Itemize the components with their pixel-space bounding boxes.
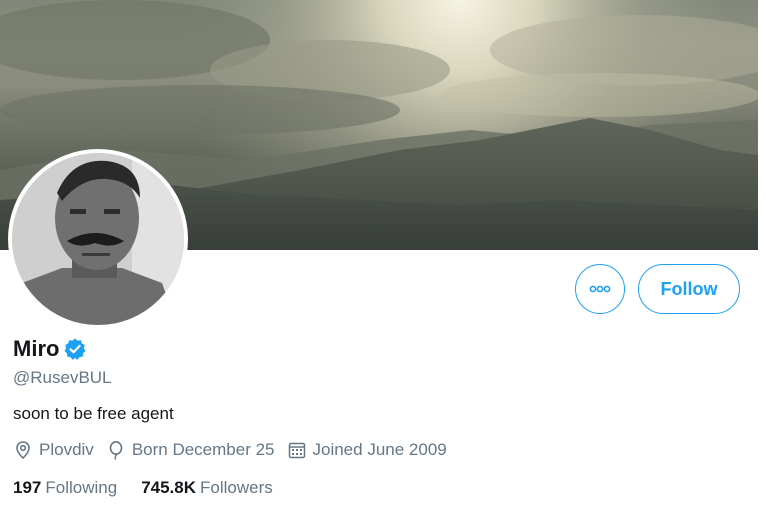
profile-handle: @RusevBUL xyxy=(13,368,112,387)
following-label: Following xyxy=(45,478,118,497)
profile-meta: Plovdiv Born December 25 Joined June 200… xyxy=(13,440,459,460)
joined-item: Joined June 2009 xyxy=(287,440,447,460)
followers-link[interactable]: 745.8K Followers xyxy=(141,478,273,498)
following-count: 197 xyxy=(13,478,42,497)
profile-name-row: Miro xyxy=(13,336,87,362)
profile-stats: 197 Following 745.8K Followers xyxy=(13,478,297,498)
more-dots-icon xyxy=(589,285,611,293)
profile-bio: soon to be free agent xyxy=(13,404,174,423)
balloon-icon xyxy=(109,441,123,460)
location-item: Plovdiv xyxy=(13,440,94,460)
calendar-icon xyxy=(288,442,305,459)
location-pin-icon xyxy=(16,441,30,460)
location-text: Plovdiv xyxy=(39,440,94,459)
verified-badge-icon xyxy=(63,337,87,361)
profile-name: Miro xyxy=(13,336,60,361)
follow-button[interactable]: Follow xyxy=(638,264,740,314)
page-edge xyxy=(758,0,766,514)
more-options-button[interactable] xyxy=(575,264,625,314)
birthday-item: Born December 25 xyxy=(106,440,275,460)
birthday-text: Born December 25 xyxy=(131,440,275,459)
avatar-photo xyxy=(12,153,184,325)
joined-text: Joined June 2009 xyxy=(312,440,447,459)
followers-count: 745.8K xyxy=(141,478,197,497)
following-link[interactable]: 197 Following xyxy=(13,478,117,498)
profile-avatar[interactable] xyxy=(8,149,188,329)
followers-label: Followers xyxy=(200,478,273,497)
